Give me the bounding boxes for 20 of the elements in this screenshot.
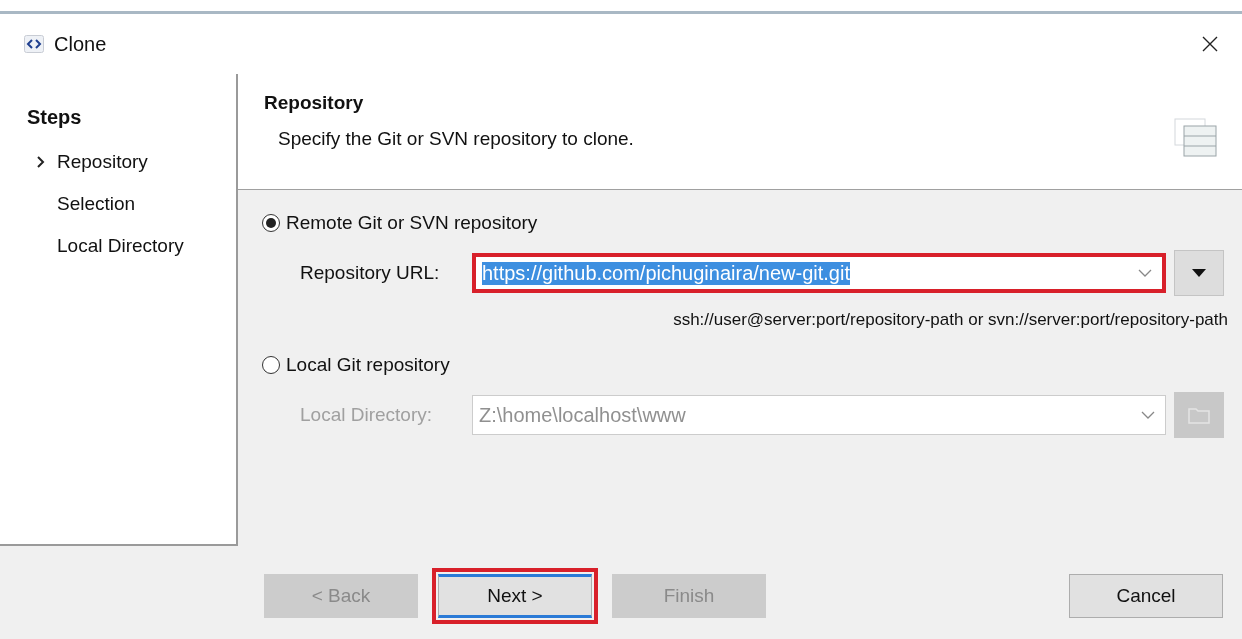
dropdown-button[interactable]: [1174, 250, 1224, 296]
close-icon[interactable]: [1202, 36, 1218, 52]
page-description: Specify the Git or SVN repository to clone.: [278, 128, 634, 150]
page-title: Repository: [264, 92, 365, 114]
steps-title: Steps: [27, 106, 83, 129]
step-item[interactable]: Repository: [57, 151, 148, 173]
step-item[interactable]: Selection: [57, 193, 136, 215]
radio-button[interactable]: [262, 214, 280, 232]
chevron-down-icon[interactable]: [1138, 269, 1152, 277]
field-label: Local Directory:: [300, 404, 433, 426]
url-hint: ssh://user@server:port/repository-path or svn://server:port/repository-path: [672, 310, 1228, 330]
dialog-button[interactable]: Cancel: [1069, 574, 1223, 618]
folder-icon: [1188, 406, 1210, 424]
stacked-list-icon: [1174, 118, 1218, 158]
window-title: Clone: [54, 32, 108, 56]
step-item[interactable]: Local Directory: [57, 235, 184, 257]
caret-icon: [1192, 269, 1206, 277]
field-label: Repository URL:: [300, 262, 441, 284]
code-brackets-icon: [24, 35, 44, 53]
radio-label[interactable]: Remote Git or SVN repository: [286, 212, 538, 234]
